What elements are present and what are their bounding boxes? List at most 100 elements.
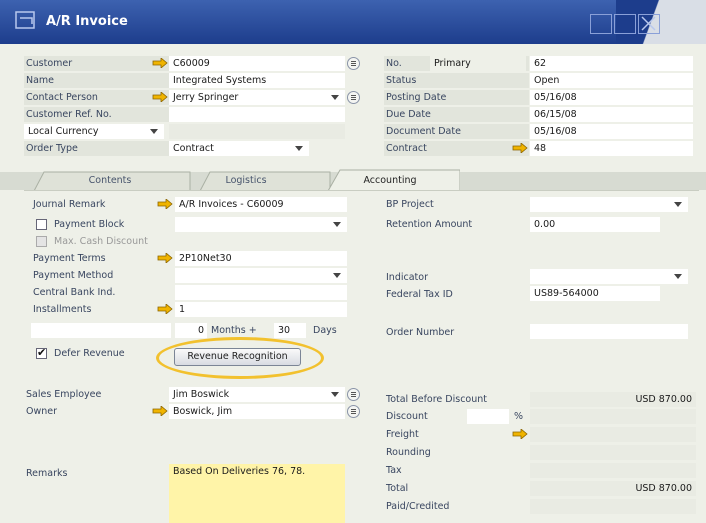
freight-label: Freight — [386, 429, 419, 440]
orange-arrow-icon[interactable] — [157, 199, 173, 209]
currency-select[interactable]: Local Currency — [24, 124, 164, 139]
maximize-icon[interactable] — [614, 14, 636, 34]
payment-block-checkbox[interactable] — [36, 219, 47, 230]
chevron-down-icon — [150, 129, 158, 134]
choose-owner-icon[interactable] — [347, 405, 360, 418]
sales-employee-label: Sales Employee — [26, 389, 102, 400]
bp-project-label: BP Project — [386, 199, 434, 210]
indicator-label: Indicator — [386, 272, 428, 283]
contact-label: Contact Person — [24, 90, 169, 105]
payment-method-select[interactable] — [175, 268, 347, 283]
order-type-label: Order Type — [24, 141, 169, 156]
order-type-select[interactable]: Contract — [169, 141, 309, 156]
installments-label: Installments — [33, 304, 92, 315]
payment-method-label: Payment Method — [33, 270, 114, 281]
posting-date-label: Posting Date — [384, 90, 529, 105]
payment-block-select[interactable] — [175, 217, 347, 232]
chevron-down-icon — [674, 202, 682, 207]
contact-value: Jerry Springer — [173, 92, 239, 103]
central-bank-label: Central Bank Ind. — [33, 287, 116, 298]
orange-arrow-icon[interactable] — [512, 143, 528, 153]
discount-percent-field[interactable] — [467, 409, 509, 424]
total-field: USD 870.00 — [530, 481, 696, 496]
orange-arrow-icon[interactable] — [152, 58, 168, 68]
minimize-icon[interactable] — [590, 14, 612, 34]
tab-accounting[interactable]: Accounting — [340, 171, 440, 191]
order-number-label: Order Number — [386, 327, 455, 338]
bp-project-select[interactable] — [530, 197, 688, 212]
installments-field[interactable]: 1 — [175, 302, 347, 317]
sales-employee-value: Jim Boswick — [173, 389, 230, 400]
months-label: Months + — [211, 325, 257, 336]
window-title: A/R Invoice — [46, 14, 128, 29]
contact-person-select[interactable]: Jerry Springer — [169, 90, 345, 105]
journal-remark-field[interactable]: A/R Invoices - C60009 — [175, 197, 347, 212]
retention-amount-field[interactable]: 0.00 — [530, 217, 660, 232]
tab-logistics[interactable]: Logistics — [196, 171, 296, 191]
contract-field[interactable]: 48 — [530, 141, 693, 156]
choose-contact-icon[interactable] — [347, 91, 360, 104]
journal-remark-label: Journal Remark — [33, 199, 106, 210]
due-date-field[interactable]: 06/15/08 — [530, 107, 693, 122]
orange-arrow-icon[interactable] — [152, 406, 168, 416]
days-field[interactable]: 30 — [274, 323, 306, 338]
total-before-discount-label: Total Before Discount — [386, 394, 487, 405]
document-date-label: Document Date — [384, 124, 529, 139]
orange-arrow-icon[interactable] — [157, 253, 173, 263]
chevron-down-icon — [333, 273, 341, 278]
total-before-discount-field: USD 870.00 — [530, 392, 696, 407]
remarks-field[interactable]: Based On Deliveries 76, 78. — [169, 464, 345, 523]
posting-date-field[interactable]: 05/16/08 — [530, 90, 693, 105]
federal-tax-id-field[interactable]: US89-564000 — [530, 286, 660, 301]
federal-tax-id-label: Federal Tax ID — [386, 289, 453, 300]
paid-credited-label: Paid/Credited — [386, 501, 450, 512]
revenue-recognition-button[interactable]: Revenue Recognition — [174, 348, 301, 366]
indicator-select[interactable] — [530, 269, 688, 284]
rounding-field — [530, 445, 696, 460]
installments-extra-field[interactable] — [31, 323, 171, 338]
tax-field — [530, 463, 696, 478]
discount-amount-field — [530, 409, 696, 424]
chevron-down-icon — [331, 95, 339, 100]
payment-block-label: Payment Block — [54, 219, 125, 230]
paid-credited-field — [530, 499, 696, 514]
chevron-down-icon — [331, 392, 339, 397]
document-date-field[interactable]: 05/16/08 — [530, 124, 693, 139]
currency-value: Local Currency — [28, 126, 99, 137]
owner-field[interactable]: Boswick, Jim — [169, 404, 345, 419]
name-field[interactable]: Integrated Systems — [169, 73, 345, 88]
defer-revenue-label: Defer Revenue — [54, 348, 125, 359]
order-number-field[interactable] — [530, 324, 688, 339]
orange-arrow-icon[interactable] — [152, 92, 168, 102]
central-bank-field[interactable] — [175, 285, 347, 300]
due-date-label: Due Date — [384, 107, 529, 122]
orange-arrow-icon[interactable] — [512, 429, 528, 439]
choose-sales-employee-icon[interactable] — [347, 388, 360, 401]
series-select[interactable]: Primary — [430, 56, 526, 71]
months-field[interactable]: 0 — [175, 323, 207, 338]
retention-amount-label: Retention Amount — [386, 219, 473, 230]
chevron-down-icon — [333, 222, 341, 227]
discount-percent-sign: % — [514, 411, 524, 422]
document-icon — [15, 11, 35, 29]
freight-field — [530, 427, 696, 442]
orange-arrow-icon[interactable] — [157, 304, 173, 314]
title-bar: A/R Invoice — [0, 0, 706, 44]
max-cash-discount-checkbox[interactable] — [36, 236, 47, 247]
days-label: Days — [313, 325, 337, 336]
customer-field[interactable]: C60009 — [169, 56, 345, 71]
doc-number-field[interactable]: 62 — [530, 56, 693, 71]
close-icon[interactable] — [638, 14, 660, 34]
payment-terms-field[interactable]: 2P10Net30 — [175, 251, 347, 266]
status-field: Open — [530, 73, 693, 88]
contract-label: Contract — [384, 141, 529, 156]
customer-ref-label: Customer Ref. No. — [24, 107, 169, 122]
customer-ref-field[interactable] — [169, 107, 345, 122]
chevron-down-icon — [674, 274, 682, 279]
tab-contents[interactable]: Contents — [60, 171, 160, 191]
chevron-down-icon — [295, 146, 303, 151]
choose-customer-icon[interactable] — [347, 57, 360, 70]
total-label: Total — [386, 483, 409, 494]
sales-employee-select[interactable]: Jim Boswick — [169, 387, 345, 402]
defer-revenue-checkbox[interactable] — [36, 346, 47, 359]
